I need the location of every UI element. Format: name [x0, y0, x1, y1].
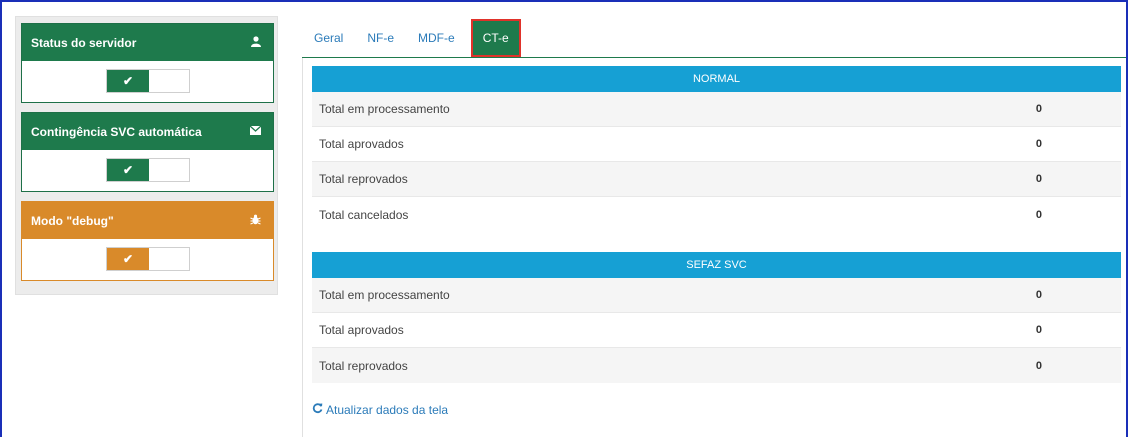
table-row: Total cancelados 0 [312, 197, 1121, 232]
table-row: Total em processamento 0 [312, 278, 1121, 313]
server-status-toggle[interactable]: ✔ [106, 69, 190, 93]
server-status-card: Status do servidor ✔ [21, 23, 274, 103]
svc-contingency-toggle[interactable]: ✔ [106, 158, 190, 182]
table-row: Total reprovados 0 [312, 348, 1121, 383]
section-normal-header: NORMAL [312, 66, 1121, 92]
check-icon: ✔ [107, 70, 149, 92]
table-row: Total aprovados 0 [312, 127, 1121, 162]
check-icon: ✔ [107, 159, 149, 181]
row-label: Total cancelados [319, 207, 409, 222]
row-label: Total reprovados [319, 358, 408, 373]
row-label: Total reprovados [319, 172, 408, 186]
row-label: Total aprovados [319, 137, 404, 151]
row-value: 0 [1035, 173, 1042, 185]
envelope-icon [249, 125, 262, 138]
row-label: Total em processamento [319, 102, 450, 116]
row-value: 0 [1035, 208, 1042, 221]
sidebar-panel: Status do servidor ✔ Contingência SVC au… [15, 16, 278, 295]
tab-geral[interactable]: Geral [302, 19, 355, 57]
row-value: 0 [1035, 103, 1042, 115]
tab-cte[interactable]: CT-e [470, 19, 521, 57]
row-label: Total em processamento [319, 288, 450, 302]
row-value: 0 [1035, 324, 1042, 336]
debug-mode-card: Modo "debug" ✔ [21, 201, 274, 281]
svc-contingency-header: Contingência SVC automática [22, 113, 273, 150]
row-value: 0 [1035, 359, 1042, 372]
server-status-header: Status do servidor [22, 24, 273, 61]
tab-bar: Geral NF-e MDF-e CT-e [302, 18, 1128, 58]
refresh-icon [312, 403, 323, 417]
debug-mode-header: Modo "debug" [22, 202, 273, 239]
debug-mode-title: Modo "debug" [31, 213, 114, 228]
debug-mode-toggle[interactable]: ✔ [106, 247, 190, 271]
bug-icon [250, 214, 261, 228]
svc-contingency-title: Contingência SVC automática [31, 124, 202, 139]
row-value: 0 [1035, 138, 1042, 150]
check-icon: ✔ [107, 248, 149, 270]
table-row: Total em processamento 0 [312, 92, 1121, 127]
table-row: Total aprovados 0 [312, 313, 1121, 348]
tab-mdfe[interactable]: MDF-e [406, 19, 467, 57]
server-status-title: Status do servidor [31, 35, 137, 50]
svc-contingency-card: Contingência SVC automática ✔ [21, 112, 274, 192]
table-row: Total reprovados 0 [312, 162, 1121, 197]
cte-panel: NORMAL Total em processamento 0 Total ap… [302, 58, 1128, 437]
refresh-link[interactable]: Atualizar dados da tela [312, 403, 448, 417]
row-label: Total aprovados [319, 323, 404, 337]
tab-nfe[interactable]: NF-e [355, 19, 406, 57]
user-icon [251, 35, 261, 50]
section-sefaz-svc-header: SEFAZ SVC [312, 252, 1121, 278]
refresh-label: Atualizar dados da tela [326, 403, 449, 417]
row-value: 0 [1035, 289, 1042, 301]
